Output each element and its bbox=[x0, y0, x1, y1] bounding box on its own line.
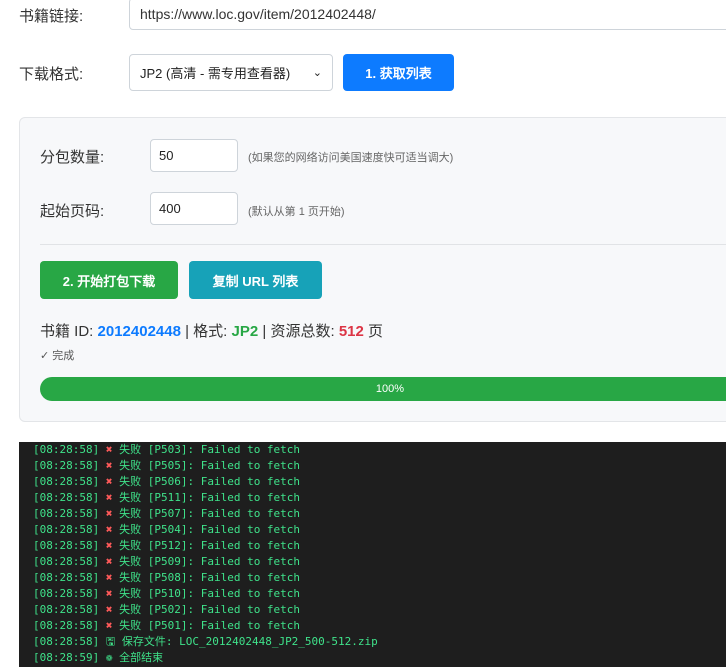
start-page-label: 起始页码: bbox=[40, 203, 105, 220]
format-label: 下载格式: bbox=[19, 66, 84, 83]
url-label: 书籍链接: bbox=[19, 8, 84, 25]
log-line: [08:28:58] ✖ 失败 [P511]: Failed to fetch bbox=[33, 490, 726, 506]
log-text: 失败 [P511]: Failed to fetch bbox=[112, 491, 301, 504]
format-value: JP2 bbox=[231, 323, 259, 340]
copy-url-list-button[interactable]: 复制 URL 列表 bbox=[189, 261, 322, 299]
log-time: [08:28:58] bbox=[33, 635, 106, 648]
log-line: [08:28:58] ✖ 失败 [P502]: Failed to fetch bbox=[33, 602, 726, 618]
count-sep: | 资源总数: bbox=[258, 323, 339, 340]
log-time: [08:28:59] bbox=[33, 651, 106, 664]
progress-bar: 100% bbox=[40, 377, 726, 401]
book-id-label: 书籍 ID: bbox=[40, 323, 98, 340]
log-line: [08:28:58] ✖ 失败 [P506]: Failed to fetch bbox=[33, 474, 726, 490]
log-line: [08:28:58] ✖ 失败 [P503]: Failed to fetch bbox=[33, 442, 726, 458]
batch-size-hint: (如果您的网络访问美国速度快可适当调大) bbox=[248, 152, 454, 164]
start-page-input[interactable]: 400 bbox=[150, 192, 238, 225]
log-time: [08:28:58] bbox=[33, 443, 106, 456]
resource-count-value: 512 bbox=[338, 323, 364, 340]
log-text: 失败 [P501]: Failed to fetch bbox=[112, 619, 301, 632]
log-line: [08:28:58] 🖫 保存文件: LOC_2012402448_JP2_50… bbox=[33, 634, 726, 650]
log-text: 失败 [P508]: Failed to fetch bbox=[112, 571, 301, 584]
book-info: 书籍 ID: 2012402448 | 格式: JP2 | 资源总数: 512 … bbox=[40, 320, 383, 341]
log-line: [08:28:58] ✖ 失败 [P510]: Failed to fetch bbox=[33, 586, 726, 602]
log-console: [08:28:58] ✖ 失败 [P503]: Failed to fetch[… bbox=[19, 442, 726, 667]
log-text: 失败 [P502]: Failed to fetch bbox=[112, 603, 301, 616]
log-text: 失败 [P503]: Failed to fetch bbox=[112, 443, 301, 456]
url-input[interactable] bbox=[129, 0, 726, 30]
log-line: [08:28:58] ✖ 失败 [P509]: Failed to fetch bbox=[33, 554, 726, 570]
log-text: 失败 [P507]: Failed to fetch bbox=[112, 507, 301, 520]
chevron-down-icon: ⌄ bbox=[312, 67, 322, 79]
progress-fill: 100% bbox=[40, 377, 726, 401]
format-sep: | 格式: bbox=[180, 323, 232, 340]
log-line: [08:28:58] ✖ 失败 [P508]: Failed to fetch bbox=[33, 570, 726, 586]
log-text: 失败 [P505]: Failed to fetch bbox=[112, 459, 301, 472]
log-time: [08:28:58] bbox=[33, 491, 106, 504]
count-unit: 页 bbox=[363, 323, 384, 340]
log-text: 全部结束 bbox=[112, 651, 164, 664]
format-select-value: JP2 (高清 - 需专用查看器) bbox=[140, 66, 291, 81]
log-text: 保存文件: LOC_2012402448_JP2_500-512.zip bbox=[115, 635, 378, 648]
log-time: [08:28:58] bbox=[33, 603, 106, 616]
log-time: [08:28:58] bbox=[33, 459, 106, 472]
start-page-hint: (默认从第 1 页开始) bbox=[248, 206, 345, 218]
log-time: [08:28:58] bbox=[33, 587, 106, 600]
log-time: [08:28:58] bbox=[33, 523, 106, 536]
log-line: [08:28:58] ✖ 失败 [P501]: Failed to fetch bbox=[33, 618, 726, 634]
log-time: [08:28:58] bbox=[33, 555, 106, 568]
fetch-list-button[interactable]: 1. 获取列表 bbox=[343, 54, 454, 91]
save-icon: 🖫 bbox=[105, 635, 116, 648]
checkmark-icon: ✓ bbox=[40, 349, 50, 362]
log-time: [08:28:58] bbox=[33, 539, 106, 552]
status-text: 完成 bbox=[52, 350, 75, 362]
log-text: 失败 [P504]: Failed to fetch bbox=[112, 523, 301, 536]
status-line: ✓ 完成 bbox=[40, 347, 74, 363]
batch-size-label: 分包数量: bbox=[40, 149, 105, 166]
batch-size-input[interactable]: 50 bbox=[150, 139, 238, 172]
log-text: 失败 [P512]: Failed to fetch bbox=[112, 539, 301, 552]
log-line: [08:28:58] ✖ 失败 [P505]: Failed to fetch bbox=[33, 458, 726, 474]
log-line: [08:28:59] ❁ 全部结束 bbox=[33, 650, 726, 666]
book-id-value: 2012402448 bbox=[97, 323, 181, 340]
start-pack-download-button[interactable]: 2. 开始打包下载 bbox=[40, 261, 178, 299]
log-text: 失败 [P506]: Failed to fetch bbox=[112, 475, 301, 488]
log-line: [08:28:58] ✖ 失败 [P507]: Failed to fetch bbox=[33, 506, 726, 522]
log-line: [08:28:58] ✖ 失败 [P512]: Failed to fetch bbox=[33, 538, 726, 554]
log-time: [08:28:58] bbox=[33, 507, 106, 520]
log-text: 失败 [P510]: Failed to fetch bbox=[112, 587, 301, 600]
divider bbox=[40, 244, 726, 245]
log-line: [08:28:58] ✖ 失败 [P504]: Failed to fetch bbox=[33, 522, 726, 538]
log-time: [08:28:58] bbox=[33, 571, 106, 584]
log-time: [08:28:58] bbox=[33, 619, 106, 632]
log-time: [08:28:58] bbox=[33, 475, 106, 488]
options-panel: 分包数量: 50 (如果您的网络访问美国速度快可适当调大) 起始页码: 400 … bbox=[19, 117, 726, 422]
log-text: 失败 [P509]: Failed to fetch bbox=[112, 555, 301, 568]
downloader-page: 书籍链接: 下载格式: JP2 (高清 - 需专用查看器) ⌄ 1. 获取列表 … bbox=[0, 0, 726, 667]
format-select[interactable]: JP2 (高清 - 需专用查看器) ⌄ bbox=[129, 54, 333, 91]
